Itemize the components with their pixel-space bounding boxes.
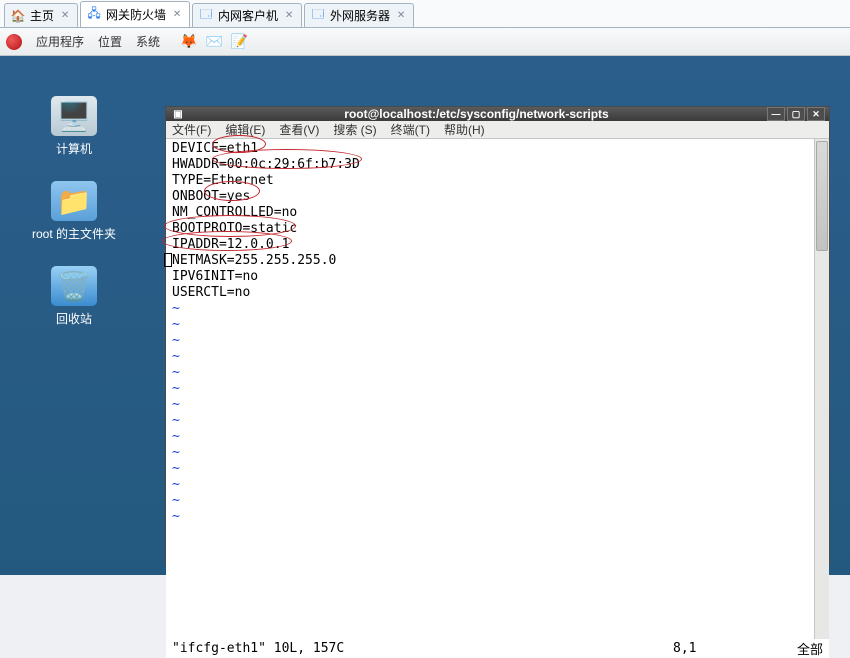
desktop-icon-label: root 的主文件夹 xyxy=(24,225,124,242)
terminal-menubar: 文件(F) 编辑(E) 查看(V) 搜索 (S) 终端(T) 帮助(H) xyxy=(166,121,829,139)
status-file: "ifcfg-eth1" 10L, 157C xyxy=(172,641,673,656)
file-line: BOOTPROTO=static xyxy=(172,221,297,236)
file-line: USERCTL=no xyxy=(172,285,250,300)
host-tab-intranet[interactable]: 🗔 内网客户机 ✕ xyxy=(192,3,302,27)
monitor-icon: 🖥️ xyxy=(51,96,97,136)
terminal-window: ▣ root@localhost:/etc/sysconfig/network-… xyxy=(165,106,830,566)
desktop[interactable]: 🖥️ 计算机 📁 root 的主文件夹 🗑️ 回收站 ▣ root@localh… xyxy=(0,56,850,575)
host-tab-label: 主页 xyxy=(30,7,54,24)
note-icon[interactable]: 📝 xyxy=(231,33,248,50)
file-line: ONBOOT=yes xyxy=(172,189,250,204)
host-tab-extranet[interactable]: 🗔 外网服务器 ✕ xyxy=(304,3,414,27)
vm-icon: 🖧 xyxy=(87,8,101,22)
menu-search[interactable]: 搜索 (S) xyxy=(333,121,376,138)
host-tab-strip: 🏠 主页 ✕ 🖧 网关防火墙 ✕ 🗔 内网客户机 ✕ 🗔 外网服务器 ✕ xyxy=(0,0,850,28)
file-line: HWADDR=00:0c:29:6f:b7:3D xyxy=(172,157,360,172)
file-line: TYPE=Ethernet xyxy=(172,173,274,188)
host-tab-label: 外网服务器 xyxy=(330,7,390,24)
menu-help[interactable]: 帮助(H) xyxy=(444,121,485,138)
terminal-statusbar: "ifcfg-eth1" 10L, 157C 8,1 全部 xyxy=(166,639,829,658)
file-line: IPADDR=12.0.0.1 xyxy=(172,237,289,252)
terminal-scrollbar[interactable] xyxy=(814,139,829,639)
menu-system[interactable]: 系统 xyxy=(136,33,160,50)
close-icon[interactable]: ✕ xyxy=(59,10,71,22)
status-percent: 全部 xyxy=(773,639,823,658)
folder-icon: 📁 xyxy=(51,181,97,221)
menu-edit[interactable]: 编辑(E) xyxy=(225,121,265,138)
scrollbar-thumb[interactable] xyxy=(816,141,828,251)
vm-icon: 🗔 xyxy=(311,9,325,23)
desktop-icon-computer[interactable]: 🖥️ 计算机 xyxy=(24,96,124,157)
mail-icon[interactable]: ✉️ xyxy=(205,33,222,50)
close-icon[interactable]: ✕ xyxy=(283,10,295,22)
host-tab-label: 内网客户机 xyxy=(218,7,278,24)
close-icon[interactable]: ✕ xyxy=(171,9,183,21)
menu-places[interactable]: 位置 xyxy=(98,33,122,50)
menu-file[interactable]: 文件(F) xyxy=(172,121,211,138)
terminal-icon: ▣ xyxy=(170,109,186,120)
file-line: IPV6INIT=no xyxy=(172,269,258,284)
menu-terminal[interactable]: 终端(T) xyxy=(391,121,430,138)
terminal-title: root@localhost:/etc/sysconfig/network-sc… xyxy=(186,107,767,121)
trash-icon: 🗑️ xyxy=(51,266,97,306)
host-tab-gateway[interactable]: 🖧 网关防火墙 ✕ xyxy=(80,1,190,27)
launcher-icon[interactable] xyxy=(6,34,22,50)
desktop-icon-home[interactable]: 📁 root 的主文件夹 xyxy=(24,181,124,242)
menu-applications[interactable]: 应用程序 xyxy=(36,33,84,50)
desktop-icon-label: 回收站 xyxy=(24,310,124,327)
text-cursor xyxy=(164,253,172,267)
home-icon: 🏠 xyxy=(11,9,25,23)
gnome-panel: 应用程序 位置 系统 🦊 ✉️ 📝 xyxy=(0,28,850,56)
terminal-text[interactable]: DEVICE=eth1 HWADDR=00:0c:29:6f:b7:3D TYP… xyxy=(166,139,814,639)
host-tab-home[interactable]: 🏠 主页 ✕ xyxy=(4,3,78,27)
desktop-icon-label: 计算机 xyxy=(24,140,124,157)
host-tab-label: 网关防火墙 xyxy=(106,6,166,23)
minimize-button[interactable]: — xyxy=(767,107,785,121)
close-icon[interactable]: ✕ xyxy=(395,10,407,22)
menu-view[interactable]: 查看(V) xyxy=(279,121,319,138)
desktop-icon-trash[interactable]: 🗑️ 回收站 xyxy=(24,266,124,327)
terminal-body: DEVICE=eth1 HWADDR=00:0c:29:6f:b7:3D TYP… xyxy=(166,139,829,639)
vm-icon: 🗔 xyxy=(199,9,213,23)
file-line: NM_CONTROLLED=no xyxy=(172,205,297,220)
terminal-titlebar[interactable]: ▣ root@localhost:/etc/sysconfig/network-… xyxy=(166,107,829,121)
firefox-icon[interactable]: 🦊 xyxy=(180,33,197,50)
maximize-button[interactable]: ▢ xyxy=(787,107,805,121)
file-line: NETMASK=255.255.255.0 xyxy=(172,253,336,268)
status-position: 8,1 xyxy=(673,641,773,656)
close-button[interactable]: ✕ xyxy=(807,107,825,121)
file-line: DEVICE=eth1 xyxy=(172,141,258,156)
